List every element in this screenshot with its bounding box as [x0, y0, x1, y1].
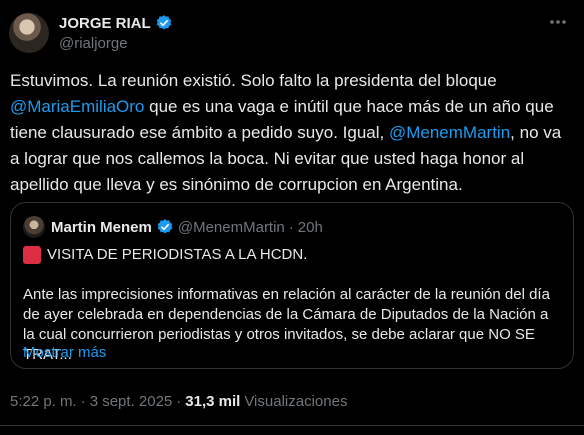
show-more-link[interactable]: Mostrar más: [23, 344, 106, 361]
footer-separator: ·: [80, 393, 86, 410]
verified-badge-icon: [156, 218, 174, 236]
quoted-author-handle: @MenemMartin: [177, 218, 285, 236]
quoted-separator: ·: [288, 218, 294, 236]
tweet-text: Estuvimos. La reunión existió. Solo falt…: [10, 68, 575, 198]
author-handle[interactable]: @rialjorge: [59, 35, 128, 52]
verified-badge-icon: [155, 14, 173, 32]
divider: [0, 425, 584, 426]
mention-link[interactable]: @MenemMartin: [389, 123, 510, 142]
post-date[interactable]: 3 sept. 2025: [90, 393, 173, 410]
quoted-tweet-header: Martin Menem @MenemMartin · 20h: [51, 218, 323, 236]
quoted-author-name: Martin Menem: [51, 218, 152, 236]
tweet-meta-footer: 5:22 p. m. · 3 sept. 2025 · 31,3 mil Vis…: [10, 393, 347, 410]
author-avatar[interactable]: [9, 13, 49, 53]
more-options-icon[interactable]: [546, 10, 570, 34]
quoted-author-avatar: [23, 216, 45, 238]
post-time[interactable]: 5:22 p. m.: [10, 393, 77, 410]
views-label: Visualizaciones: [244, 393, 348, 410]
tweet-text-part: Estuvimos. La reunión existió. Solo falt…: [10, 71, 497, 90]
quoted-timestamp: 20h: [297, 218, 323, 236]
mention-link[interactable]: @MariaEmiliaOro: [10, 97, 144, 116]
author-name-row[interactable]: JORGE RIAL: [59, 14, 173, 32]
red-square-icon: [23, 246, 41, 264]
footer-separator: ·: [176, 393, 182, 410]
views-count: 31,3 mil: [185, 393, 241, 410]
quoted-tweet-card[interactable]: Martin Menem @MenemMartin · 20h VISITA D…: [10, 202, 574, 369]
quoted-headline: VISITA DE PERIODISTAS A LA HCDN.: [47, 246, 308, 263]
author-name[interactable]: JORGE RIAL: [59, 15, 151, 32]
